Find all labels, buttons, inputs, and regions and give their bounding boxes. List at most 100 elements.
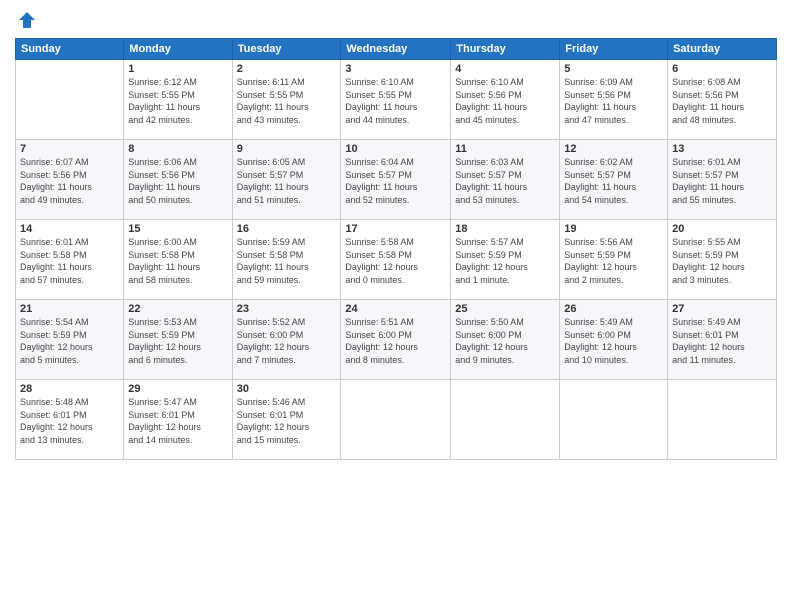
calendar-cell: 8 Sunrise: 6:06 AMSunset: 5:56 PMDayligh… [124, 140, 232, 220]
calendar-cell [341, 380, 451, 460]
calendar-cell: 24 Sunrise: 5:51 AMSunset: 6:00 PMDaylig… [341, 300, 451, 380]
logo-icon [17, 10, 37, 30]
day-number: 1 [128, 63, 227, 75]
day-number: 13 [672, 143, 772, 155]
day-number: 23 [237, 303, 337, 315]
calendar-cell: 7 Sunrise: 6:07 AMSunset: 5:56 PMDayligh… [16, 140, 124, 220]
day-info: Sunrise: 6:04 AMSunset: 5:57 PMDaylight:… [345, 157, 417, 205]
day-info: Sunrise: 6:03 AMSunset: 5:57 PMDaylight:… [455, 157, 527, 205]
calendar-cell: 13 Sunrise: 6:01 AMSunset: 5:57 PMDaylig… [668, 140, 777, 220]
day-info: Sunrise: 5:50 AMSunset: 6:00 PMDaylight:… [455, 317, 528, 365]
calendar-week-row: 21 Sunrise: 5:54 AMSunset: 5:59 PMDaylig… [16, 300, 777, 380]
day-info: Sunrise: 5:51 AMSunset: 6:00 PMDaylight:… [345, 317, 418, 365]
day-info: Sunrise: 6:12 AMSunset: 5:55 PMDaylight:… [128, 77, 200, 125]
day-info: Sunrise: 6:10 AMSunset: 5:56 PMDaylight:… [455, 77, 527, 125]
day-number: 2 [237, 63, 337, 75]
calendar-cell: 21 Sunrise: 5:54 AMSunset: 5:59 PMDaylig… [16, 300, 124, 380]
day-info: Sunrise: 5:54 AMSunset: 5:59 PMDaylight:… [20, 317, 93, 365]
header-tuesday: Tuesday [232, 39, 341, 60]
day-number: 25 [455, 303, 555, 315]
calendar-cell: 6 Sunrise: 6:08 AMSunset: 5:56 PMDayligh… [668, 60, 777, 140]
calendar-cell: 4 Sunrise: 6:10 AMSunset: 5:56 PMDayligh… [451, 60, 560, 140]
day-number: 29 [128, 383, 227, 395]
day-number: 28 [20, 383, 119, 395]
day-info: Sunrise: 6:07 AMSunset: 5:56 PMDaylight:… [20, 157, 92, 205]
header-wednesday: Wednesday [341, 39, 451, 60]
calendar-cell: 1 Sunrise: 6:12 AMSunset: 5:55 PMDayligh… [124, 60, 232, 140]
calendar-cell: 15 Sunrise: 6:00 AMSunset: 5:58 PMDaylig… [124, 220, 232, 300]
day-info: Sunrise: 5:57 AMSunset: 5:59 PMDaylight:… [455, 237, 528, 285]
day-info: Sunrise: 6:11 AMSunset: 5:55 PMDaylight:… [237, 77, 309, 125]
header-friday: Friday [560, 39, 668, 60]
header-thursday: Thursday [451, 39, 560, 60]
day-info: Sunrise: 6:09 AMSunset: 5:56 PMDaylight:… [564, 77, 636, 125]
logo [15, 10, 37, 30]
calendar-cell [451, 380, 560, 460]
day-info: Sunrise: 5:48 AMSunset: 6:01 PMDaylight:… [20, 397, 93, 445]
calendar-header-row: Sunday Monday Tuesday Wednesday Thursday… [16, 39, 777, 60]
calendar-cell: 3 Sunrise: 6:10 AMSunset: 5:55 PMDayligh… [341, 60, 451, 140]
day-info: Sunrise: 6:10 AMSunset: 5:55 PMDaylight:… [345, 77, 417, 125]
day-number: 22 [128, 303, 227, 315]
day-number: 15 [128, 223, 227, 235]
calendar-cell [560, 380, 668, 460]
calendar-week-row: 28 Sunrise: 5:48 AMSunset: 6:01 PMDaylig… [16, 380, 777, 460]
day-info: Sunrise: 6:05 AMSunset: 5:57 PMDaylight:… [237, 157, 309, 205]
calendar-week-row: 1 Sunrise: 6:12 AMSunset: 5:55 PMDayligh… [16, 60, 777, 140]
day-number: 17 [345, 223, 446, 235]
day-info: Sunrise: 5:56 AMSunset: 5:59 PMDaylight:… [564, 237, 637, 285]
day-number: 8 [128, 143, 227, 155]
day-number: 3 [345, 63, 446, 75]
day-number: 30 [237, 383, 337, 395]
day-number: 18 [455, 223, 555, 235]
page: Sunday Monday Tuesday Wednesday Thursday… [0, 0, 792, 612]
day-number: 11 [455, 143, 555, 155]
calendar-cell: 12 Sunrise: 6:02 AMSunset: 5:57 PMDaylig… [560, 140, 668, 220]
calendar-cell: 10 Sunrise: 6:04 AMSunset: 5:57 PMDaylig… [341, 140, 451, 220]
calendar-cell: 22 Sunrise: 5:53 AMSunset: 5:59 PMDaylig… [124, 300, 232, 380]
day-number: 10 [345, 143, 446, 155]
calendar-cell: 28 Sunrise: 5:48 AMSunset: 6:01 PMDaylig… [16, 380, 124, 460]
day-number: 12 [564, 143, 663, 155]
calendar-cell: 9 Sunrise: 6:05 AMSunset: 5:57 PMDayligh… [232, 140, 341, 220]
day-info: Sunrise: 5:52 AMSunset: 6:00 PMDaylight:… [237, 317, 310, 365]
calendar-cell: 23 Sunrise: 5:52 AMSunset: 6:00 PMDaylig… [232, 300, 341, 380]
day-info: Sunrise: 5:55 AMSunset: 5:59 PMDaylight:… [672, 237, 745, 285]
calendar-cell: 19 Sunrise: 5:56 AMSunset: 5:59 PMDaylig… [560, 220, 668, 300]
header-saturday: Saturday [668, 39, 777, 60]
day-number: 6 [672, 63, 772, 75]
day-info: Sunrise: 6:02 AMSunset: 5:57 PMDaylight:… [564, 157, 636, 205]
calendar-cell: 18 Sunrise: 5:57 AMSunset: 5:59 PMDaylig… [451, 220, 560, 300]
calendar-cell: 27 Sunrise: 5:49 AMSunset: 6:01 PMDaylig… [668, 300, 777, 380]
day-number: 5 [564, 63, 663, 75]
calendar-cell: 29 Sunrise: 5:47 AMSunset: 6:01 PMDaylig… [124, 380, 232, 460]
day-number: 19 [564, 223, 663, 235]
calendar-cell: 2 Sunrise: 6:11 AMSunset: 5:55 PMDayligh… [232, 60, 341, 140]
day-info: Sunrise: 5:47 AMSunset: 6:01 PMDaylight:… [128, 397, 201, 445]
calendar-cell: 25 Sunrise: 5:50 AMSunset: 6:00 PMDaylig… [451, 300, 560, 380]
calendar-cell: 17 Sunrise: 5:58 AMSunset: 5:58 PMDaylig… [341, 220, 451, 300]
header-sunday: Sunday [16, 39, 124, 60]
calendar-cell: 14 Sunrise: 6:01 AMSunset: 5:58 PMDaylig… [16, 220, 124, 300]
day-number: 26 [564, 303, 663, 315]
day-number: 24 [345, 303, 446, 315]
day-number: 21 [20, 303, 119, 315]
calendar-cell: 11 Sunrise: 6:03 AMSunset: 5:57 PMDaylig… [451, 140, 560, 220]
calendar-cell [668, 380, 777, 460]
calendar-week-row: 7 Sunrise: 6:07 AMSunset: 5:56 PMDayligh… [16, 140, 777, 220]
calendar-week-row: 14 Sunrise: 6:01 AMSunset: 5:58 PMDaylig… [16, 220, 777, 300]
day-info: Sunrise: 6:06 AMSunset: 5:56 PMDaylight:… [128, 157, 200, 205]
day-info: Sunrise: 5:53 AMSunset: 5:59 PMDaylight:… [128, 317, 201, 365]
calendar-table: Sunday Monday Tuesday Wednesday Thursday… [15, 38, 777, 460]
day-info: Sunrise: 5:49 AMSunset: 6:01 PMDaylight:… [672, 317, 745, 365]
header [15, 10, 777, 30]
day-number: 7 [20, 143, 119, 155]
day-number: 9 [237, 143, 337, 155]
calendar-cell: 5 Sunrise: 6:09 AMSunset: 5:56 PMDayligh… [560, 60, 668, 140]
calendar-cell: 20 Sunrise: 5:55 AMSunset: 5:59 PMDaylig… [668, 220, 777, 300]
day-info: Sunrise: 6:08 AMSunset: 5:56 PMDaylight:… [672, 77, 744, 125]
day-number: 20 [672, 223, 772, 235]
day-info: Sunrise: 6:01 AMSunset: 5:58 PMDaylight:… [20, 237, 92, 285]
calendar-cell: 26 Sunrise: 5:49 AMSunset: 6:00 PMDaylig… [560, 300, 668, 380]
day-info: Sunrise: 5:58 AMSunset: 5:58 PMDaylight:… [345, 237, 418, 285]
